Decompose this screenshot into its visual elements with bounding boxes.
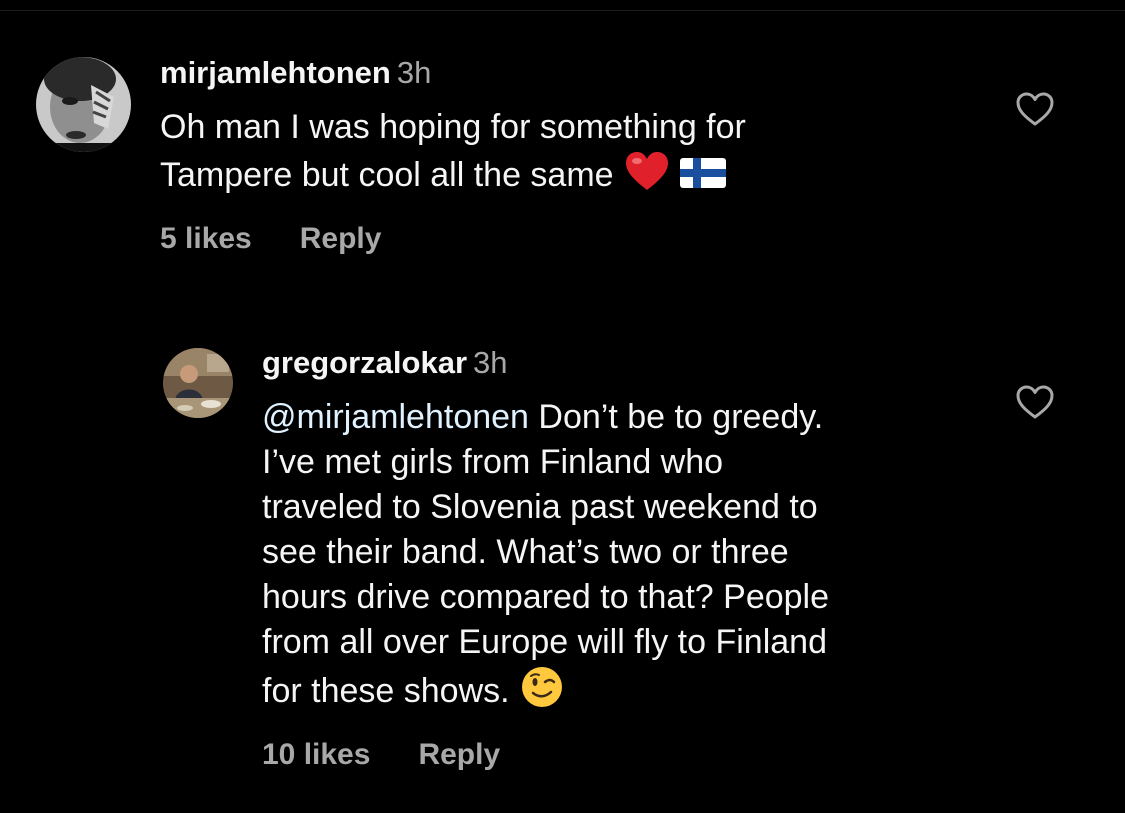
reply-button[interactable]: Reply	[418, 738, 500, 771]
reply-text-first-line: @mirjamlehtonen Don’t be to greedy.	[262, 395, 829, 440]
username[interactable]: gregorzalokar	[262, 345, 467, 380]
comment-actions: 5 likes Reply	[160, 221, 381, 257]
reply-text-line: from all over Europe will fly to Finland	[262, 623, 828, 661]
likes-count[interactable]: 10 likes	[262, 738, 370, 771]
reply-text-last-line: for these shows.	[262, 665, 829, 721]
likes-count[interactable]: 5 likes	[160, 222, 252, 255]
timestamp: 3h	[473, 345, 508, 380]
reply-body: @mirjamlehtonen Don’t be to greedy. I’ve…	[262, 395, 829, 721]
winking-face-emoji	[520, 665, 564, 721]
avatar-image	[36, 57, 131, 152]
mention-link[interactable]: @mirjamlehtonen	[262, 398, 529, 436]
like-button[interactable]	[1015, 383, 1055, 423]
comment-mirjamlehtonen: mirjamlehtonen 3h Oh man I was hoping for…	[0, 0, 1125, 300]
avatar-image	[163, 348, 233, 418]
reply-gregorzalokar: gregorzalokar 3h @mirjamlehtonen Don’t be…	[0, 300, 1125, 813]
reply-text-line: for these shows.	[262, 671, 510, 710]
heart-outline-icon	[1016, 92, 1054, 126]
username[interactable]: mirjamlehtonen	[160, 55, 391, 90]
avatar-gregorzalokar[interactable]	[163, 348, 233, 418]
reply-text-line: Don’t be to greedy.	[528, 398, 824, 436]
red-heart-emoji	[624, 150, 670, 204]
comment-header: mirjamlehtonen 3h	[160, 55, 431, 91]
reply-button[interactable]: Reply	[300, 222, 382, 255]
reply-text-line: hours drive compared to that? People	[262, 578, 830, 616]
comment-text-line: Tampere but cool all the same	[160, 155, 614, 194]
reply-actions: 10 likes Reply	[262, 737, 500, 773]
reply-text-line: see their band. What’s two or three	[262, 533, 789, 571]
comment-body: Oh man I was hoping for something for Ta…	[160, 105, 746, 204]
comment-text-line: Oh man I was hoping for something for	[160, 108, 746, 146]
avatar-mirjamlehtonen[interactable]	[36, 57, 131, 152]
comment-text-line-with-emojis: Tampere but cool all the same	[160, 150, 746, 204]
finland-flag-emoji	[679, 155, 726, 200]
reply-text-line: I’ve met girls from Finland who	[262, 443, 724, 481]
timestamp: 3h	[396, 55, 432, 90]
reply-text-line: traveled to Slovenia past weekend to	[262, 488, 818, 526]
heart-outline-icon	[1016, 385, 1054, 419]
reply-header: gregorzalokar 3h	[262, 345, 508, 381]
like-button[interactable]	[1015, 90, 1055, 130]
